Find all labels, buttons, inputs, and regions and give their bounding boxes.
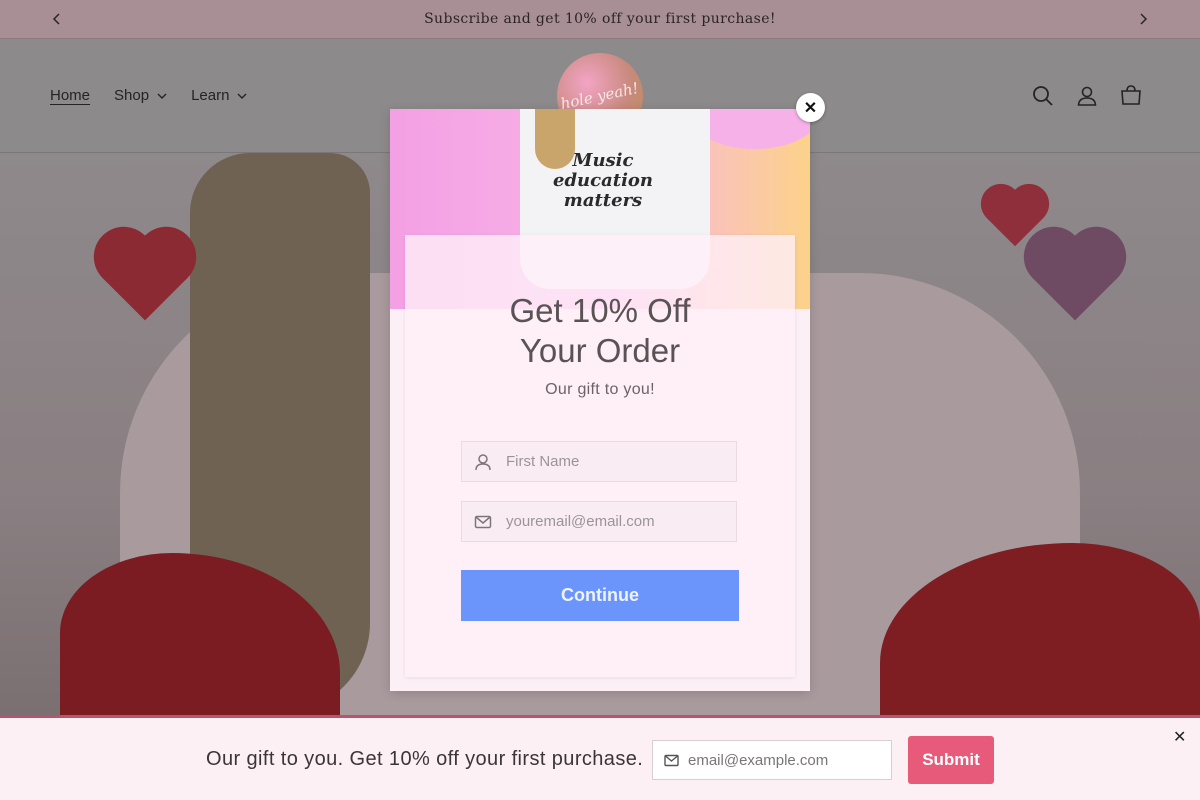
account-icon[interactable]: [1075, 84, 1099, 108]
subscribe-email-input[interactable]: [686, 750, 890, 770]
cart-icon[interactable]: [1119, 84, 1143, 108]
popup-close-button[interactable]: ✕: [796, 93, 825, 122]
mail-icon: [664, 754, 679, 766]
nav-item-learn[interactable]: Learn: [191, 87, 247, 104]
main-nav: Home Shop Learn: [50, 87, 247, 104]
nav-label-home: Home: [50, 87, 91, 104]
email-field[interactable]: [461, 501, 737, 542]
shirt-print-text: Music education matters: [553, 150, 653, 211]
popup-title: Get 10% Off Your Order: [390, 291, 810, 371]
first-name-field[interactable]: [461, 441, 737, 482]
popup-title-line1: Get 10% Off: [509, 292, 691, 329]
announcement-next-button[interactable]: [1134, 10, 1152, 28]
submit-button[interactable]: Submit: [908, 736, 994, 784]
announcement-bar: Subscribe and get 10% off your first pur…: [0, 0, 1200, 39]
discount-popup: Music education matters Get 10% Off Your…: [390, 109, 810, 691]
chevron-left-icon: [52, 13, 60, 25]
mail-icon: [474, 515, 492, 528]
chevron-right-icon: [1140, 13, 1148, 25]
chevron-down-icon: [157, 93, 167, 99]
logo-text: hole yeah!: [559, 78, 641, 114]
heart-decoration: [1032, 235, 1118, 321]
popup-title-line2: Your Order: [519, 332, 681, 369]
nav-label-shop: Shop: [114, 87, 150, 104]
first-name-input[interactable]: [504, 452, 728, 471]
announcement-prev-button[interactable]: [48, 10, 66, 28]
subscribe-bar-close-button[interactable]: ✕: [1173, 727, 1186, 747]
nav-item-home[interactable]: Home: [50, 87, 90, 104]
heart-decoration: [102, 235, 188, 321]
search-icon[interactable]: [1031, 84, 1055, 108]
close-icon: ✕: [803, 99, 818, 117]
popup-subtitle: Our gift to you!: [545, 381, 655, 398]
nav-item-shop[interactable]: Shop: [114, 87, 167, 104]
header-icons: [1031, 84, 1143, 108]
chevron-down-icon: [237, 93, 247, 99]
subscribe-bar: Our gift to you. Get 10% off your first …: [0, 715, 1200, 800]
announcement-text: Subscribe and get 10% off your first pur…: [424, 11, 776, 27]
subscribe-bar-text: Our gift to you. Get 10% off your first …: [206, 748, 644, 770]
subscribe-email-field[interactable]: [652, 740, 892, 780]
continue-button[interactable]: Continue: [461, 570, 739, 621]
nav-label-learn: Learn: [191, 87, 230, 104]
email-input[interactable]: [504, 512, 728, 531]
user-icon: [475, 453, 491, 470]
